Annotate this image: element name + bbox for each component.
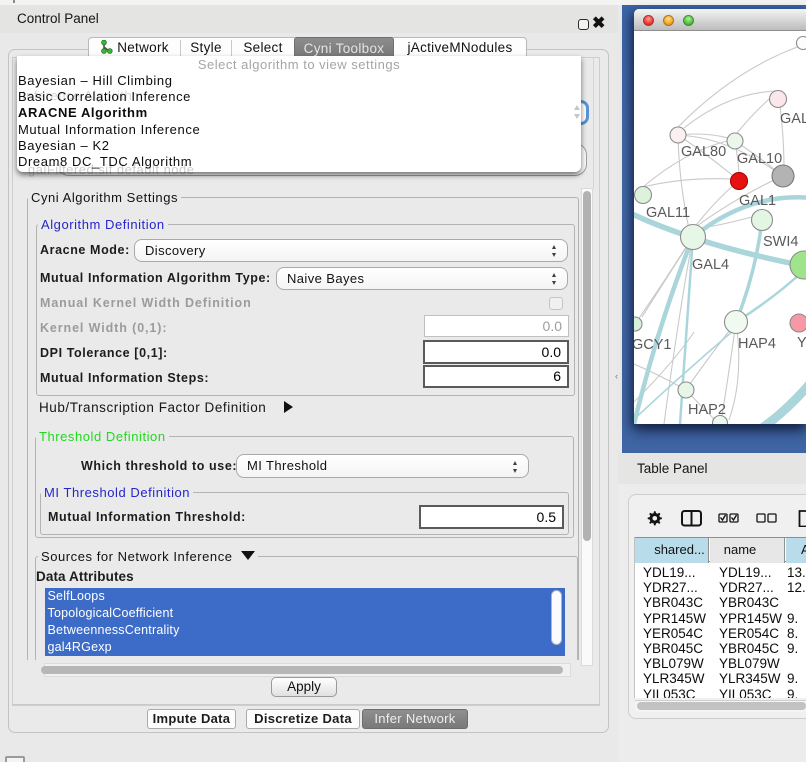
svg-text:GAL4: GAL4 [692,257,729,273]
svg-text:GAL11: GAL11 [646,205,690,221]
svg-text:HAP4: HAP4 [738,336,776,352]
svg-text:GAL: GAL [780,111,806,127]
svg-text:GCY1: GCY1 [634,337,672,353]
svg-text:GAL80: GAL80 [681,144,726,160]
svg-text:SWI4: SWI4 [763,234,798,250]
svg-text:HAP2: HAP2 [688,402,726,418]
svg-text:GAL10: GAL10 [737,151,782,167]
svg-text:Y: Y [797,335,806,351]
svg-text:GAL1: GAL1 [739,193,776,209]
